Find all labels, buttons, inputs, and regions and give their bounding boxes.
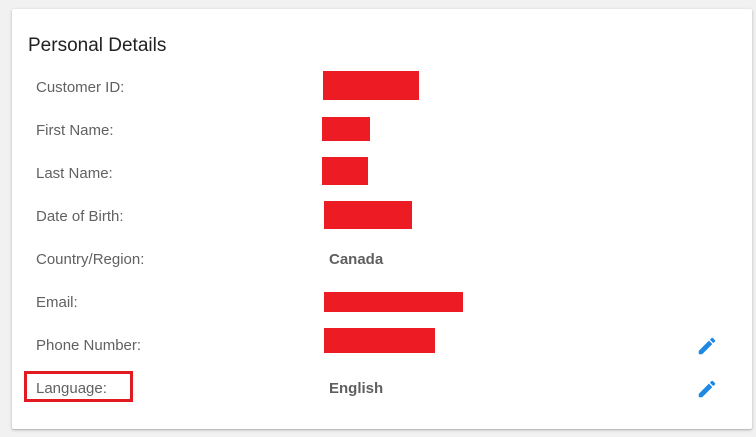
field-value-country-region: Canada: [329, 251, 384, 268]
redacted-customer-id: [323, 71, 419, 100]
edit-language-pencil-icon[interactable]: [696, 378, 718, 400]
field-label-date-of-birth: Date of Birth:: [36, 208, 124, 225]
edit-phone-number-pencil-icon[interactable]: [696, 335, 718, 357]
field-row-language: Language: English: [12, 367, 752, 410]
field-row-phone-number: Phone Number:: [12, 324, 752, 367]
field-label-email: Email:: [36, 294, 78, 311]
field-row-date-of-birth: Date of Birth:: [12, 195, 752, 238]
card-title: Personal Details: [28, 35, 167, 56]
field-row-first-name: First Name:: [12, 109, 752, 152]
redacted-phone-number: [324, 328, 435, 353]
field-label-country-region: Country/Region:: [36, 251, 145, 268]
redacted-date-of-birth: [324, 201, 412, 229]
field-label-first-name: First Name:: [36, 122, 114, 139]
redacted-first-name: [322, 117, 370, 141]
field-label-phone-number: Phone Number:: [36, 337, 142, 354]
field-row-country-region: Country/Region: Canada: [12, 238, 752, 281]
redacted-email: [324, 292, 463, 312]
personal-details-card: Personal Details Customer ID: First Name…: [12, 9, 752, 429]
redacted-last-name: [322, 157, 368, 185]
field-row-last-name: Last Name:: [12, 152, 752, 195]
field-row-email: Email:: [12, 281, 752, 324]
field-label-language: Language:: [36, 380, 107, 397]
field-label-last-name: Last Name:: [36, 165, 113, 182]
field-value-language: English: [329, 380, 384, 397]
field-row-customer-id: Customer ID:: [12, 66, 752, 109]
field-label-customer-id: Customer ID:: [36, 79, 125, 96]
